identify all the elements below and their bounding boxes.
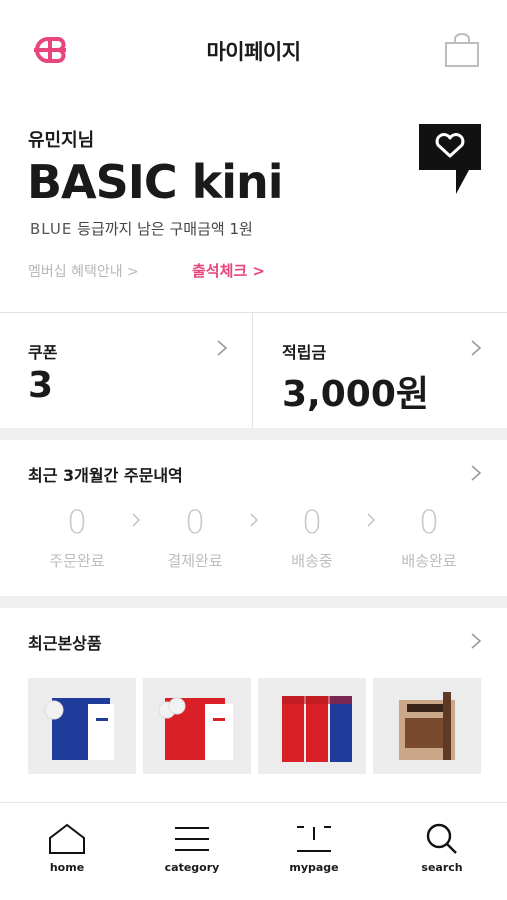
order-step-shipping[interactable]: 0 배송중 bbox=[262, 502, 362, 571]
grade-heart-badge-icon bbox=[419, 124, 481, 196]
points-value: 3,000원 bbox=[282, 374, 429, 415]
membership-benefits-link[interactable]: 멤버십 혜택안내 > bbox=[28, 261, 139, 281]
order-step-delivered[interactable]: 0 배송완료 bbox=[379, 502, 479, 571]
app-header: 마이페이지 bbox=[0, 0, 507, 100]
points-label: 적립금 bbox=[282, 343, 327, 362]
chevron-right-icon bbox=[131, 512, 141, 528]
nav-home-label: home bbox=[49, 861, 85, 874]
nav-mypage[interactable]: mypage bbox=[269, 821, 359, 874]
section-divider bbox=[0, 596, 507, 608]
next-grade-name: BLUE bbox=[30, 220, 73, 238]
chevron-right-icon bbox=[470, 339, 482, 357]
order-step-label: 결제완료 bbox=[167, 552, 223, 570]
grade-remaining-text: 등급까지 남은 구매금액 1원 bbox=[77, 220, 253, 238]
coupon-label: 쿠폰 bbox=[28, 343, 58, 362]
shopping-bag-icon[interactable] bbox=[444, 32, 480, 68]
chevron-right-icon bbox=[216, 339, 228, 357]
stats-panel: 쿠폰 3 적립금 3,000원 bbox=[0, 312, 507, 429]
product-brown-box-icon bbox=[399, 692, 455, 760]
page-title: 마이페이지 bbox=[206, 40, 301, 64]
product-red-blue-pouches-icon bbox=[282, 696, 352, 762]
nav-category[interactable]: category bbox=[147, 821, 237, 874]
order-step-ordered[interactable]: 0 주문완료 bbox=[27, 502, 127, 571]
home-icon bbox=[22, 821, 112, 857]
order-history-section: 최근 3개월간 주문내역 0 주문완료 0 결제완료 0 배송중 0 배송완료 bbox=[0, 440, 507, 596]
bottom-navigation: home category mypage search bbox=[0, 802, 507, 900]
product-red-box-icon bbox=[158, 697, 233, 760]
face-icon bbox=[269, 821, 359, 857]
order-history-title: 최근 3개월간 주문내역 bbox=[28, 466, 183, 485]
order-step-count: 0 bbox=[184, 503, 206, 541]
grade-progress-text: BLUE 등급까지 남은 구매금액 1원 bbox=[30, 218, 253, 239]
profile-section: 유민지님 BASIC kini BLUE 등급까지 남은 구매금액 1원 멤버십… bbox=[0, 100, 507, 312]
search-icon bbox=[397, 821, 487, 857]
section-divider bbox=[0, 428, 507, 440]
nav-search-label: search bbox=[421, 861, 463, 874]
chevron-right-icon[interactable] bbox=[470, 632, 482, 650]
product-blue-box-icon bbox=[44, 698, 114, 760]
nav-search[interactable]: search bbox=[397, 821, 487, 874]
recent-product-1[interactable] bbox=[28, 678, 136, 774]
nav-category-label: category bbox=[164, 861, 220, 874]
attendance-check-link[interactable]: 출석체크 > bbox=[192, 260, 265, 281]
coupon-card[interactable]: 쿠폰 3 bbox=[0, 313, 253, 429]
user-name: 유민지님 bbox=[28, 130, 95, 151]
recently-viewed-section: 최근본상품 bbox=[0, 608, 507, 802]
menu-icon bbox=[147, 821, 237, 857]
coupon-count: 3 bbox=[28, 365, 54, 406]
nav-mypage-label: mypage bbox=[289, 861, 339, 874]
chevron-right-icon bbox=[249, 512, 259, 528]
order-step-paid[interactable]: 0 결제완료 bbox=[145, 502, 245, 571]
order-step-count: 0 bbox=[66, 503, 88, 541]
recent-product-4[interactable] bbox=[373, 678, 481, 774]
order-step-label: 배송중 bbox=[291, 552, 333, 570]
membership-grade: BASIC kini bbox=[27, 155, 284, 209]
order-step-count: 0 bbox=[418, 503, 440, 541]
chevron-right-icon bbox=[366, 512, 376, 528]
recent-product-2[interactable] bbox=[143, 678, 251, 774]
order-step-count: 0 bbox=[301, 503, 323, 541]
chevron-right-icon[interactable] bbox=[470, 464, 482, 482]
order-step-label: 주문완료 bbox=[49, 552, 105, 570]
recently-viewed-title: 최근본상품 bbox=[28, 634, 102, 653]
points-card[interactable]: 적립금 3,000원 bbox=[254, 313, 507, 429]
order-step-label: 배송완료 bbox=[401, 552, 457, 570]
recent-product-3[interactable] bbox=[258, 678, 366, 774]
nav-home[interactable]: home bbox=[22, 821, 112, 874]
